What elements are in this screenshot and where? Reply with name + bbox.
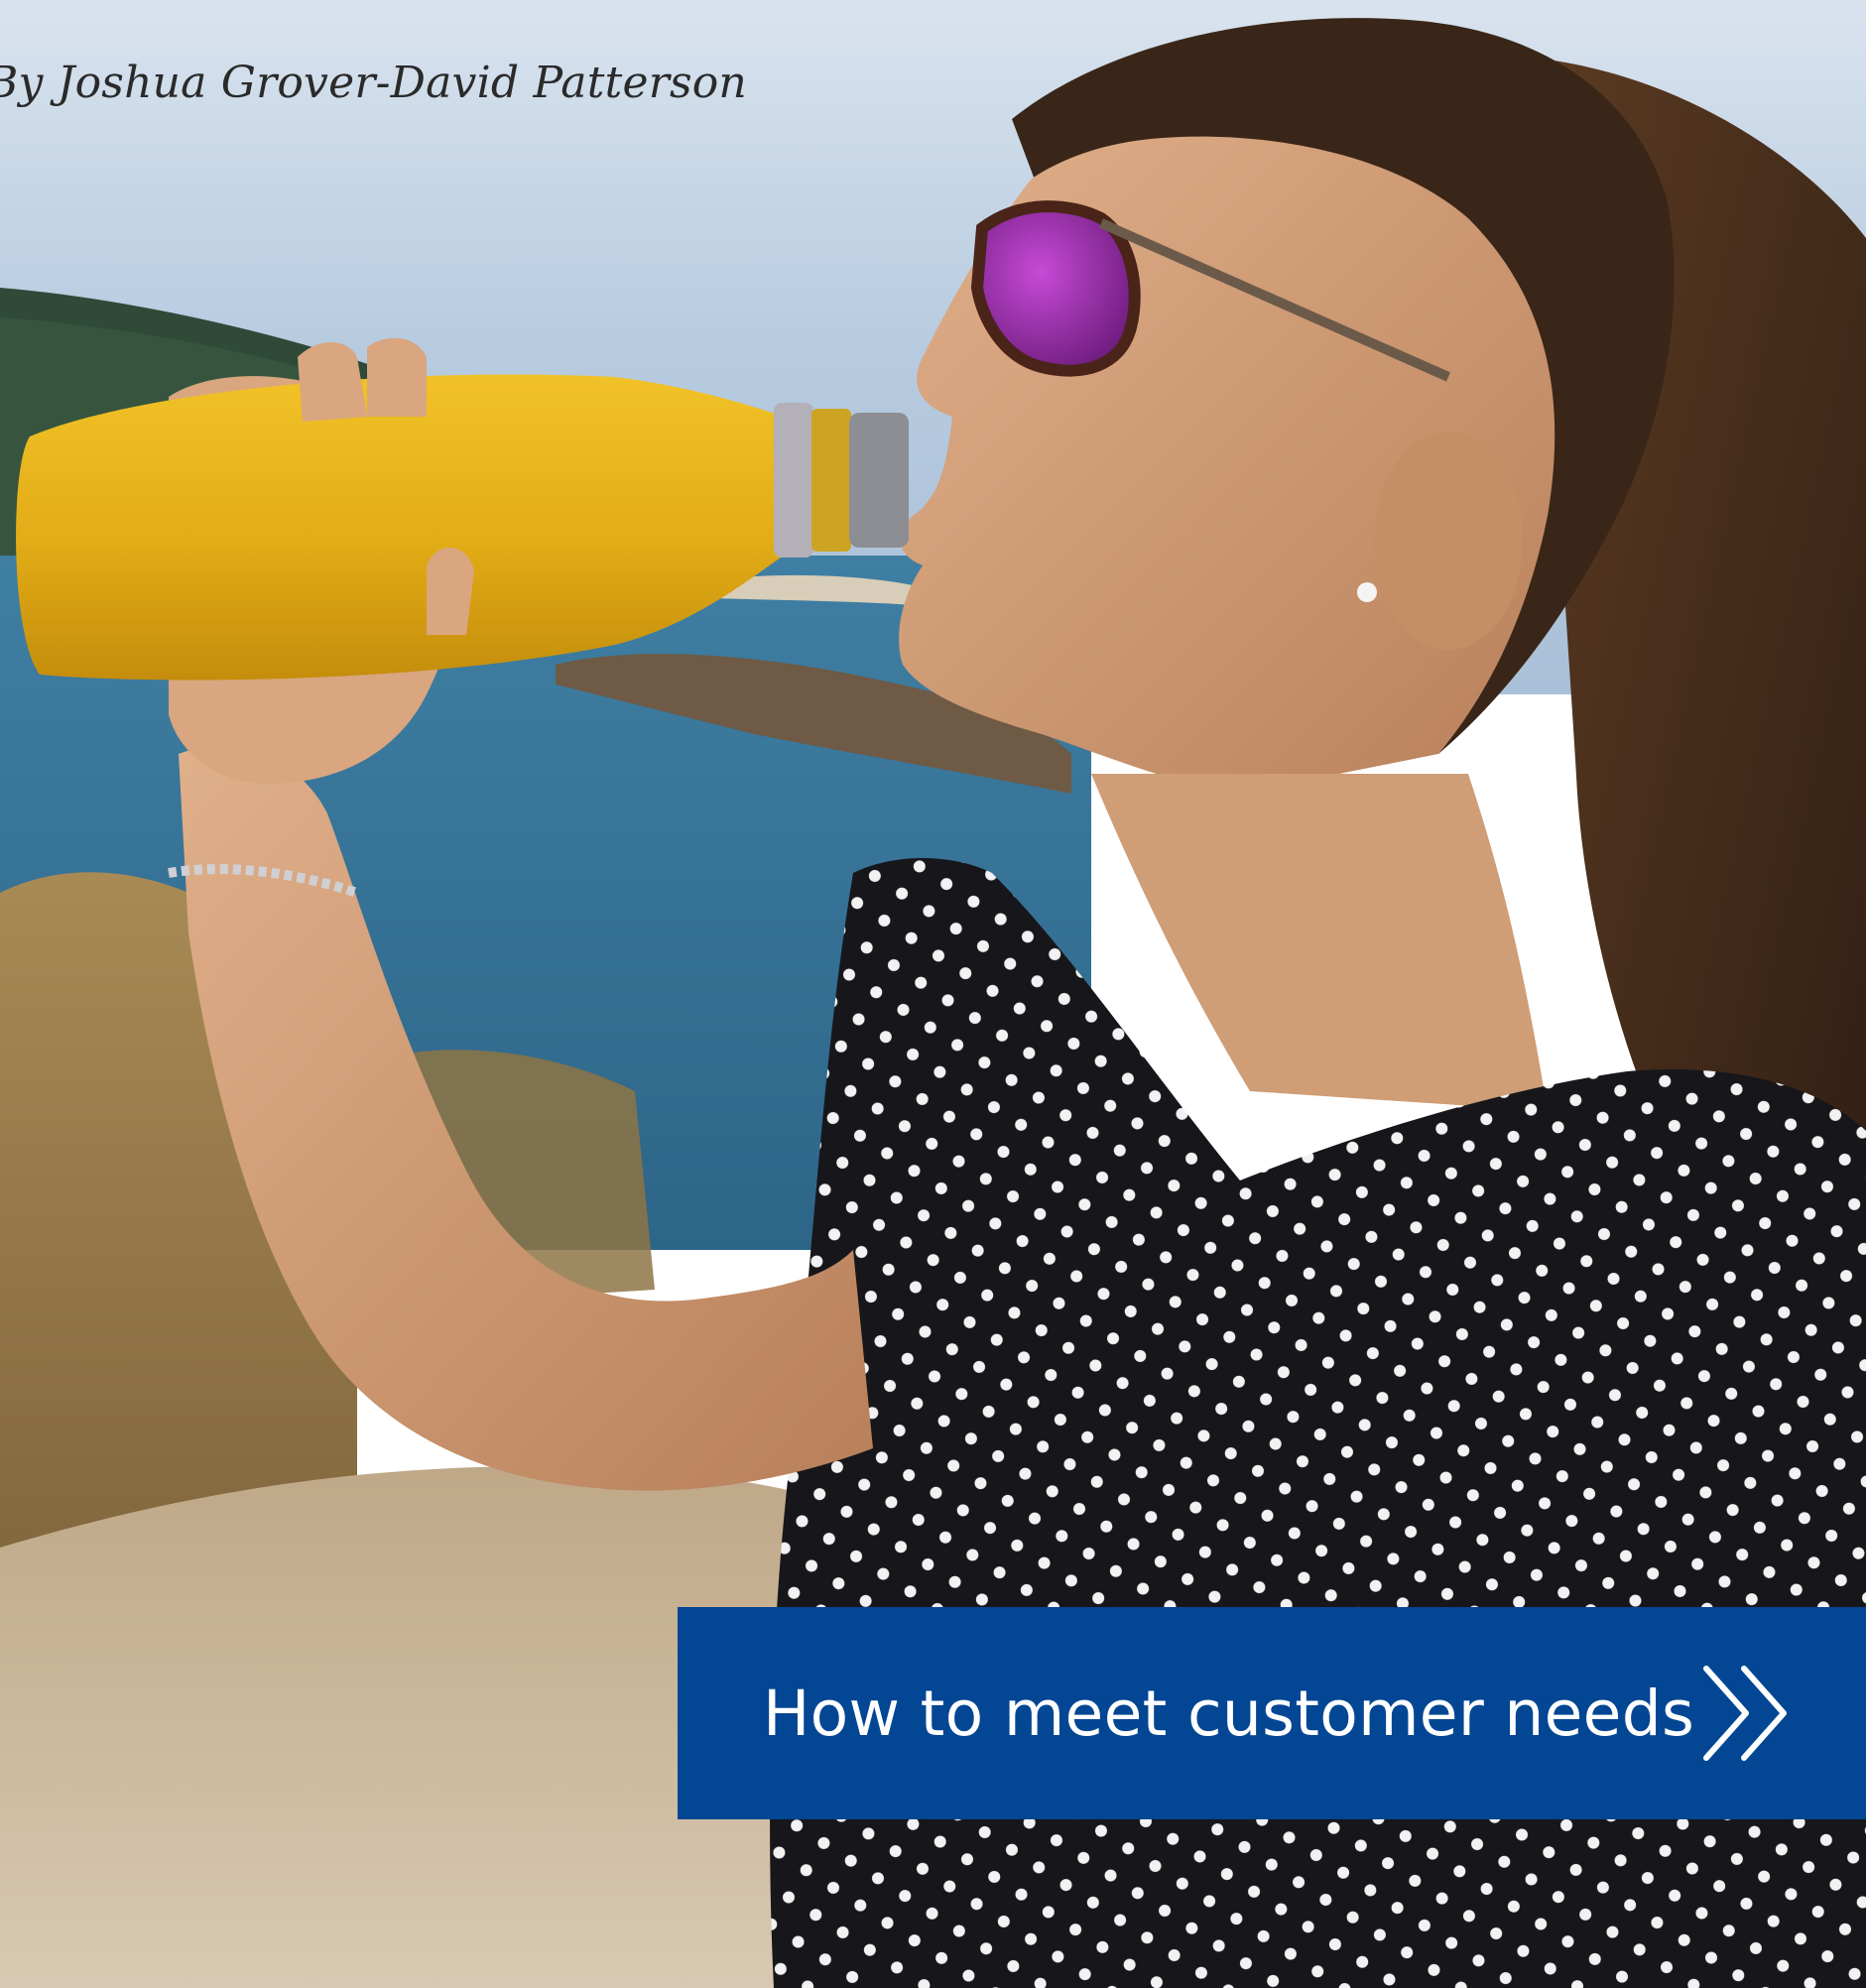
cta-label: How to meet customer needs (763, 1677, 1695, 1750)
customer-needs-link-button[interactable]: How to meet customer needs (678, 1607, 1866, 1819)
double-chevron-right-icon (1703, 1666, 1787, 1761)
article-byline: By Joshua Grover-David Patterson (0, 58, 747, 108)
article-hero: By Joshua Grover-David Patterson How to … (0, 0, 1866, 1988)
